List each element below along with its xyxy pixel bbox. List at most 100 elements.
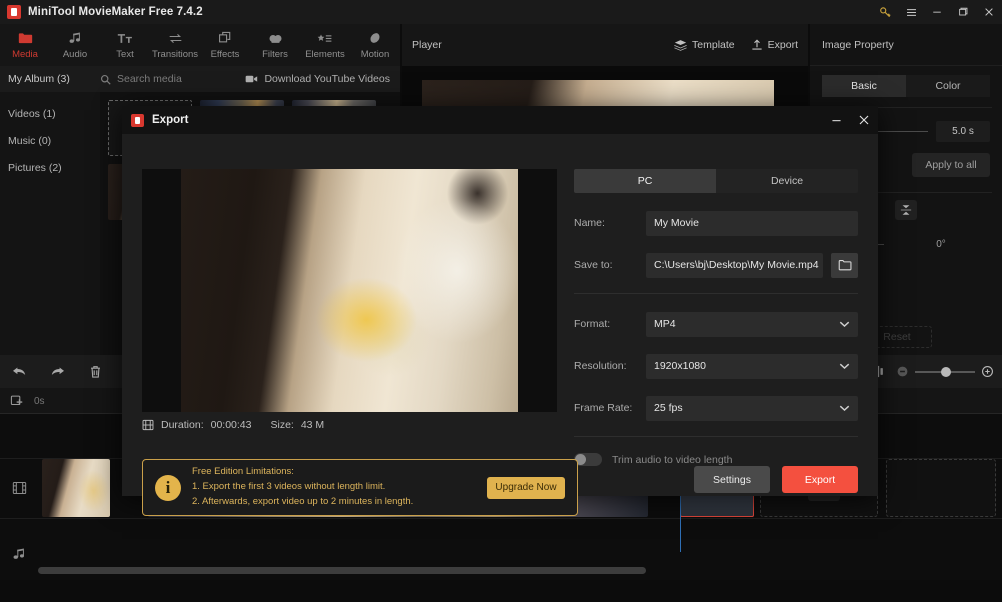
- download-youtube-button[interactable]: Download YouTube Videos: [245, 73, 390, 85]
- search-input[interactable]: Search media: [100, 73, 182, 85]
- nav-item-media[interactable]: Media: [0, 24, 50, 66]
- minitool-logo-icon: [131, 113, 144, 127]
- sidebar-item-label: Pictures (2): [8, 161, 62, 174]
- undo-arrow-icon[interactable]: [0, 355, 38, 388]
- trim-audio-label: Trim audio to video length: [612, 453, 733, 466]
- size-value: 43 M: [300, 419, 325, 431]
- folder-open-icon[interactable]: [831, 252, 858, 278]
- zoom-slider[interactable]: [915, 366, 975, 377]
- maximize-icon[interactable]: [950, 0, 976, 24]
- nav-label: Audio: [62, 48, 88, 60]
- frame-rate-label: Frame Rate:: [574, 402, 633, 414]
- frame-rate-value: 25 fps: [654, 402, 683, 414]
- sidebar-item-pictures[interactable]: Pictures (2): [0, 154, 100, 181]
- video-camera-icon: [245, 74, 258, 84]
- notice-line-1: 1. Export the first 3 videos without len…: [192, 481, 386, 493]
- free-edition-notice: i Free Edition Limitations: 1. Export th…: [142, 459, 578, 516]
- nav-item-transitions[interactable]: Transitions: [150, 24, 200, 66]
- tab-label: Color: [935, 80, 961, 92]
- album-selector[interactable]: My Album (3): [0, 73, 100, 85]
- chevron-down-icon: [839, 320, 850, 328]
- duration-value[interactable]: 5.0 s: [936, 120, 990, 142]
- dialog-minimize-icon[interactable]: [822, 106, 850, 134]
- layers-square-icon: [218, 31, 232, 46]
- minimize-icon[interactable]: [924, 0, 950, 24]
- redo-arrow-icon[interactable]: [38, 355, 76, 388]
- sidebar-item-label: Music (0): [8, 134, 52, 147]
- zoom-in-icon[interactable]: [981, 365, 994, 378]
- divider: [574, 436, 858, 437]
- tab-label: PC: [637, 175, 653, 187]
- format-label: Format:: [574, 318, 611, 330]
- name-field[interactable]: My Movie: [646, 210, 858, 236]
- key-icon[interactable]: [872, 0, 898, 24]
- nav-item-effects[interactable]: Effects: [200, 24, 250, 66]
- apply-to-all-button[interactable]: Apply to all: [912, 153, 990, 177]
- nav-item-elements[interactable]: Elements: [300, 24, 350, 66]
- add-media-icon[interactable]: [0, 394, 34, 408]
- film-strip-icon: [0, 459, 38, 517]
- hamburger-menu-icon[interactable]: [898, 0, 924, 24]
- library-bar: My Album (3) Search media Download YouTu…: [0, 66, 400, 92]
- nav-label: Transitions: [151, 48, 199, 60]
- nav-item-audio[interactable]: Audio: [50, 24, 100, 66]
- resolution-row: Resolution: 1920x1080: [574, 353, 858, 379]
- dialog-close-icon[interactable]: [850, 106, 878, 134]
- preview-meta: Duration: 00:00:43 Size: 43 M: [142, 419, 324, 431]
- template-button[interactable]: Template: [674, 39, 735, 51]
- timeline-clip[interactable]: [42, 459, 110, 517]
- nav-label: Media: [12, 48, 38, 60]
- music-note-icon: [68, 31, 82, 46]
- chevron-down-icon: [839, 362, 850, 370]
- export-confirm-button[interactable]: Export: [782, 466, 858, 493]
- tab-pc[interactable]: PC: [574, 169, 716, 193]
- name-label: Name:: [574, 217, 605, 229]
- app-window: MiniTool MovieMaker Free 7.4.2 Media Aud…: [0, 0, 1002, 602]
- nav-item-motion[interactable]: Motion: [350, 24, 400, 66]
- tab-label: Device: [770, 175, 804, 187]
- folder-icon: [18, 31, 33, 46]
- nav-label: Text: [116, 48, 134, 60]
- format-value: MP4: [654, 318, 676, 330]
- transition-arrows-icon: [168, 31, 183, 46]
- nav-item-text[interactable]: Text: [100, 24, 150, 66]
- notice-line-2: 2. Afterwards, export video up to 2 minu…: [192, 495, 414, 507]
- chevron-down-icon: [839, 404, 850, 412]
- sidebar-item-music[interactable]: Music (0): [0, 127, 100, 154]
- tab-label: Basic: [851, 80, 877, 92]
- timeline-empty-slot[interactable]: [886, 459, 996, 517]
- film-frame-icon: [142, 419, 154, 431]
- player-title: Player: [412, 39, 442, 51]
- template-label: Template: [692, 39, 735, 51]
- settings-button[interactable]: Settings: [694, 466, 770, 493]
- upgrade-now-button[interactable]: Upgrade Now: [487, 476, 565, 499]
- trim-audio-toggle[interactable]: [574, 453, 602, 466]
- size-label: Size:: [270, 419, 294, 431]
- flip-vertical-icon[interactable]: [895, 200, 917, 220]
- save-to-field[interactable]: C:\Users\bj\Desktop\My Movie.mp4: [646, 252, 823, 278]
- library-sidebar: Videos (1) Music (0) Pictures (2): [0, 92, 100, 355]
- trash-icon[interactable]: [76, 355, 114, 388]
- search-icon: [100, 74, 111, 85]
- notice-heading: Free Edition Limitations:: [192, 466, 294, 478]
- format-row: Format: MP4: [574, 311, 858, 337]
- resolution-select[interactable]: 1920x1080: [646, 353, 858, 379]
- close-icon[interactable]: [976, 0, 1002, 24]
- export-preview: [142, 169, 557, 412]
- format-select[interactable]: MP4: [646, 311, 858, 337]
- dialog-actions: Settings Export: [694, 466, 858, 493]
- frame-rate-row: Frame Rate: 25 fps: [574, 395, 858, 421]
- search-placeholder: Search media: [117, 73, 182, 85]
- export-button[interactable]: Export: [751, 39, 798, 51]
- frame-rate-select[interactable]: 25 fps: [646, 395, 858, 421]
- tab-device[interactable]: Device: [716, 169, 858, 193]
- tab-basic[interactable]: Basic: [822, 75, 906, 97]
- tab-color[interactable]: Color: [906, 75, 990, 97]
- timeline-horizontal-scrollbar[interactable]: [38, 567, 646, 574]
- zoom-out-icon[interactable]: [896, 365, 909, 378]
- sidebar-item-videos[interactable]: Videos (1): [0, 100, 100, 127]
- app-title: MiniTool MovieMaker Free 7.4.2: [28, 6, 203, 18]
- nav-item-filters[interactable]: Filters: [250, 24, 300, 66]
- droplets-icon: [268, 31, 283, 46]
- zoom-slider-knob[interactable]: [941, 366, 951, 377]
